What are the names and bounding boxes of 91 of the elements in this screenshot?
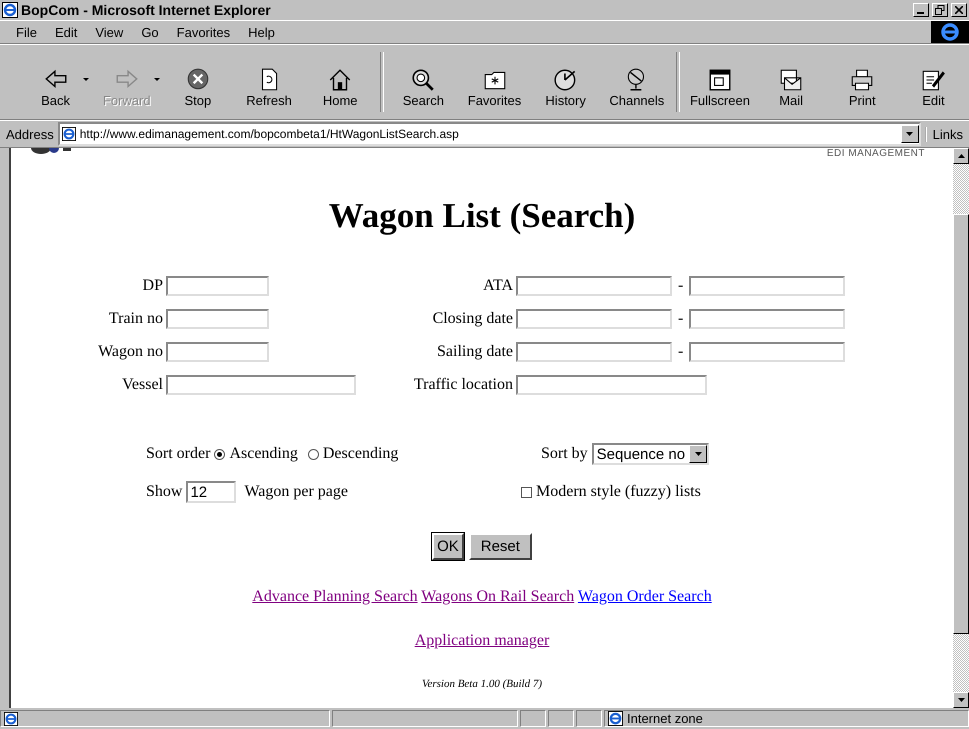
radio-label[interactable]: Descending [322, 445, 398, 463]
text-field[interactable] [166, 342, 269, 362]
radio-button[interactable] [214, 448, 226, 460]
field-label: DP [142, 277, 164, 295]
down-arrow-icon [958, 698, 964, 702]
text-field[interactable] [166, 276, 269, 296]
text-field[interactable] [689, 276, 846, 296]
globe-icon [608, 711, 623, 726]
status-panel [576, 710, 602, 727]
option-label: Show [146, 483, 182, 501]
scroll-down-button[interactable] [953, 692, 969, 708]
toolbar-button[interactable]: Refresh [233, 50, 305, 114]
text-field[interactable] [689, 309, 846, 329]
field-label: Wagon no [97, 343, 164, 361]
mail-icon [778, 67, 804, 93]
address-field[interactable]: http://www.edimanagement.com/bopcombeta1/HtWagonListSearch.asp [58, 122, 921, 146]
status-panel [548, 710, 574, 727]
version-text: Version Beta 1.00 (Build 7) [420, 678, 544, 690]
radio-button[interactable] [308, 448, 319, 460]
text-field[interactable] [516, 375, 707, 395]
menu-item[interactable]: File [10, 22, 43, 42]
text-field[interactable] [166, 375, 356, 395]
toolbar-button[interactable]: Back [20, 50, 92, 114]
toolbar-button[interactable]: Fullscreen [684, 50, 756, 114]
checkbox-label[interactable]: Modern style (fuzzy) lists [536, 483, 701, 501]
menu-item[interactable]: View [89, 22, 130, 42]
page-icon [62, 127, 76, 141]
menu-item[interactable]: Go [135, 22, 165, 42]
scrollbar[interactable] [953, 148, 969, 708]
field-label: ATA [482, 277, 514, 295]
print-icon [849, 67, 876, 93]
field-label: Vessel [121, 376, 164, 394]
option-label: Wagon per page [244, 483, 348, 501]
reset-button[interactable]: Reset [468, 533, 532, 560]
text-field[interactable] [166, 309, 269, 329]
links-button[interactable]: Links [924, 126, 969, 142]
page-link[interactable]: Wagon Order Search [578, 588, 712, 605]
page-link[interactable]: Advance Planning Search [252, 588, 418, 605]
page-icon [4, 712, 18, 726]
field-label: Train no [108, 310, 164, 328]
option-label: Sort order [146, 445, 210, 463]
text-field[interactable] [689, 342, 846, 362]
ok-button[interactable]: OK [432, 533, 464, 560]
checkbox[interactable] [521, 486, 532, 498]
field-label: Traffic location [412, 376, 514, 394]
toolbar-button[interactable]: Search [388, 50, 459, 114]
caret-icon [83, 78, 90, 82]
radio-label[interactable]: Ascending [229, 445, 298, 463]
browser-icon [2, 2, 18, 18]
toolbar-button[interactable]: History [530, 50, 602, 114]
option-label: Sort by [541, 445, 588, 463]
caret-icon [154, 78, 160, 82]
menu-item[interactable]: Edit [48, 22, 84, 42]
page-heading: Wagon List (Search) [328, 196, 636, 237]
toolbar-button[interactable]: Home [304, 50, 376, 114]
text-field[interactable] [516, 342, 672, 362]
page-link[interactable]: Application manager [414, 632, 550, 649]
logo-icon [29, 148, 71, 154]
text-field[interactable] [516, 276, 672, 296]
text-field[interactable]: 12 [186, 481, 236, 503]
text-field[interactable] [516, 309, 672, 329]
range-separator: - [678, 343, 684, 361]
zone-text: Internet zone [627, 711, 703, 726]
window-title: BopCom - Microsoft Internet Explorer [21, 2, 272, 18]
restore-button[interactable] [932, 3, 948, 17]
toolbar-button[interactable]: Mail [756, 50, 827, 114]
page-link[interactable]: Wagons On Rail Search [421, 588, 574, 605]
toolbar-button[interactable]: Edit [898, 50, 969, 114]
field-label: Sailing date [436, 343, 514, 361]
scroll-up-button[interactable] [953, 148, 969, 164]
close-button[interactable] [951, 3, 967, 17]
restore-icon [935, 5, 945, 15]
field-label: Closing date [432, 310, 514, 328]
toolbar-button[interactable]: Stop [162, 50, 234, 114]
toolbar-button[interactable]: Channels [601, 50, 672, 114]
search-icon [410, 67, 436, 93]
menu-item[interactable]: Favorites [170, 22, 236, 42]
brand-text: EDI MANAGEMENT [826, 148, 925, 160]
status-panel [520, 710, 546, 727]
range-separator: - [678, 310, 684, 328]
minimize-button[interactable] [913, 3, 929, 17]
sort-by-dropdown[interactable]: Sequence no [592, 443, 710, 465]
toolbar-button[interactable]: Print [826, 50, 898, 114]
address-label: Address [6, 126, 54, 142]
close-icon [955, 6, 963, 14]
menu-item[interactable]: Help [242, 22, 281, 42]
browser-logo [931, 21, 969, 43]
range-separator: - [678, 277, 684, 295]
up-arrow-icon [958, 154, 964, 158]
fullscreen-icon [706, 67, 733, 93]
toolbar-button[interactable]: Favorites [458, 50, 530, 114]
